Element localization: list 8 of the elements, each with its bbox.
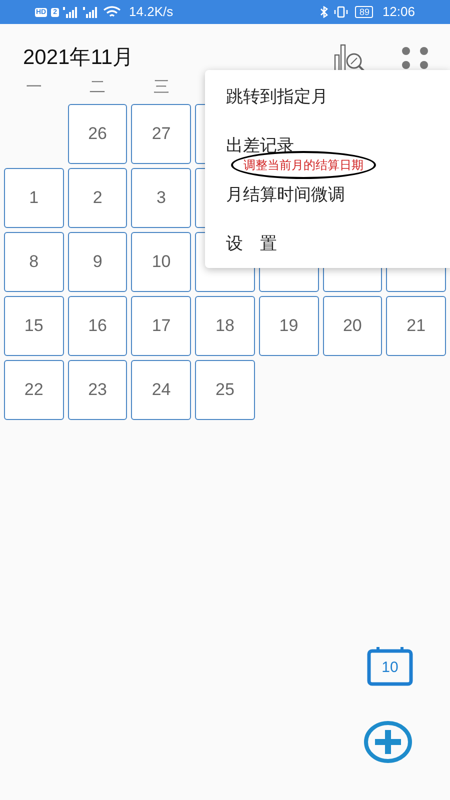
weekday-label: 三 — [153, 78, 170, 98]
battery-level: 89 — [355, 6, 374, 18]
weekday-label: 二 — [90, 78, 106, 98]
status-time: 12:06 — [382, 3, 415, 22]
today-date: 10 — [380, 658, 400, 678]
month-title: 2021年11月 — [23, 45, 134, 71]
network-speed: 14.2K/s — [129, 3, 174, 22]
weekday-label: 一 — [26, 78, 42, 98]
